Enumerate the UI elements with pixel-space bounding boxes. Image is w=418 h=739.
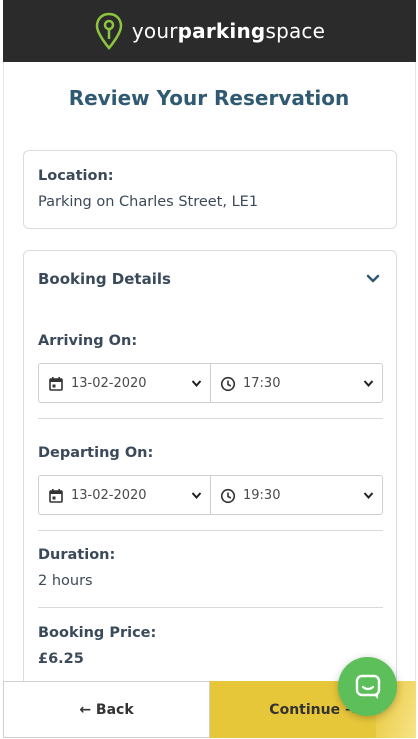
brand-wordmark: your parking space xyxy=(132,19,325,43)
arriving-datetime-row: 13-02-2020 17:30 xyxy=(38,363,383,403)
map-pin-logo-icon xyxy=(95,12,123,50)
departing-date-value: 13-02-2020 xyxy=(71,488,147,503)
departing-date-select[interactable]: 13-02-2020 xyxy=(39,476,211,514)
arriving-label: Arriving On: xyxy=(38,333,138,349)
arriving-date-select[interactable]: 13-02-2020 xyxy=(39,364,211,402)
chevron-down-icon xyxy=(191,492,202,500)
brand-text-parking: parking xyxy=(177,19,266,43)
frame-border-left xyxy=(3,62,4,682)
location-value: Parking on Charles Street, LE1 xyxy=(38,194,259,210)
chevron-down-icon xyxy=(363,380,374,388)
divider xyxy=(38,607,383,608)
duration-label: Duration: xyxy=(38,547,116,563)
frame-border-right xyxy=(415,62,416,682)
chat-launcher-button[interactable] xyxy=(338,657,397,716)
divider xyxy=(38,418,383,419)
page-title: Review Your Reservation xyxy=(68,86,350,110)
clock-icon xyxy=(220,376,236,392)
departing-time-value: 19:30 xyxy=(243,488,281,503)
back-button[interactable]: ← Back xyxy=(3,681,210,738)
location-label: Location: xyxy=(38,168,114,184)
chevron-down-icon xyxy=(191,380,202,388)
calendar-icon xyxy=(49,489,63,503)
booking-details-title[interactable]: Booking Details xyxy=(38,270,171,288)
duration-value: 2 hours xyxy=(38,573,93,589)
arriving-time-value: 17:30 xyxy=(243,376,281,391)
arriving-date-value: 13-02-2020 xyxy=(71,376,147,391)
departing-time-select[interactable]: 19:30 xyxy=(211,476,382,514)
brand-logo[interactable]: your parking space xyxy=(94,11,325,51)
arriving-time-select[interactable]: 17:30 xyxy=(211,364,382,402)
app-header: your parking space xyxy=(3,0,416,62)
divider xyxy=(38,530,383,531)
departing-label: Departing On: xyxy=(38,445,154,461)
clock-icon xyxy=(220,488,236,504)
booking-price-value: £6.25 xyxy=(38,651,84,667)
chat-bubble-icon xyxy=(355,674,380,699)
brand-text-space: space xyxy=(265,19,326,43)
booking-price-label: Booking Price: xyxy=(38,625,157,641)
departing-datetime-row: 13-02-2020 19:30 xyxy=(38,475,383,515)
chevron-down-icon xyxy=(363,492,374,500)
calendar-icon xyxy=(49,377,63,391)
location-card: Location: Parking on Charles Street, LE1 xyxy=(23,150,397,229)
brand-text-your: your xyxy=(131,19,178,43)
booking-details-card: Booking Details Arriving On: 13-02-2020 xyxy=(23,250,397,700)
chevron-down-icon[interactable] xyxy=(366,273,380,285)
